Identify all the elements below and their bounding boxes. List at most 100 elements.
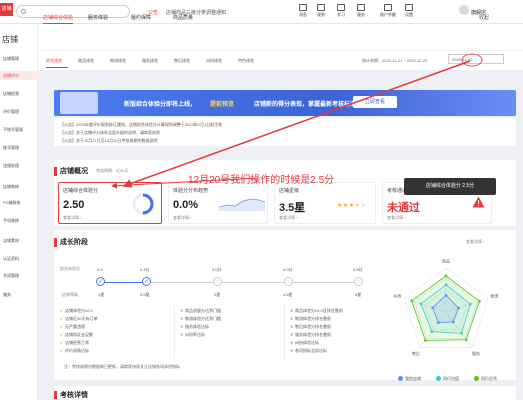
sidebar-item-contracts[interactable]: 合同管理 [3, 273, 19, 279]
sidebar-item-shop-manage[interactable]: 店铺管理 [3, 56, 19, 62]
sidebar-item-sub-accounts[interactable]: 子账号管理 [3, 127, 23, 133]
radar-axis-label: 服务 [472, 350, 480, 356]
trend-detail-link[interactable]: 查看详情 › [173, 215, 191, 221]
requirement-text: 纠纷体验达标 [295, 340, 319, 345]
stat-period: 统计周期：2023-11-21 ~ 2023-12-20 [362, 58, 428, 63]
sidebar-item-reviews[interactable]: 评价管理 [3, 109, 19, 115]
requirement-item: ✕ 物流体验分排名靠前 [290, 316, 331, 322]
star-detail-link[interactable]: 查看详情 › [279, 215, 297, 221]
star-card-label: 店铺星级 [279, 188, 300, 194]
requirement-item: ✓ 评价成绩达标 [60, 348, 89, 354]
stage-name: 5星 [355, 292, 362, 297]
requirement-text: 评价成绩达标 [65, 348, 89, 353]
radar-point [424, 339, 427, 342]
score-tooltip: 店铺综合体验分 2.5分 [404, 178, 496, 195]
announcement-item[interactable]: 【公告】关于11月21日至12月20日考核周期的数据说明 [60, 138, 158, 144]
requirement-item: ✓ 店铺近30天有订单 [60, 316, 97, 322]
column-divider [284, 305, 285, 359]
requirement-text: 服务体验达标 [185, 324, 209, 329]
subnav-tab-fulfillment[interactable]: 履约保障 [131, 14, 151, 21]
requirement-text: 商品体验分≥4.0且排名靠前 [295, 308, 343, 313]
section-marker [54, 238, 57, 247]
rule-icon[interactable]: 规则 [314, 4, 328, 18]
radar-axis-label: 商品 [442, 258, 450, 264]
store-logo[interactable]: 店铺 [0, 3, 13, 16]
radar-point [468, 302, 472, 306]
radar-point [430, 330, 434, 333]
tab-special[interactable]: 特色体验 [238, 58, 254, 64]
requirement-text: 店铺经营正常 [65, 340, 89, 345]
legend-dot-icon [398, 376, 403, 382]
requirement-item: ✕ 纠纷体验达标 [290, 340, 319, 346]
star-card[interactable]: 店铺星级 3.5星 查看详情 › ★★★★★ [274, 182, 376, 224]
tab-logistics[interactable]: 物流体验 [110, 58, 126, 64]
stage-pending-icon: ○ [284, 277, 293, 286]
sidebar-item-certification[interactable]: 认证资料 [3, 256, 19, 262]
legend-label: 我的店铺 [405, 376, 421, 381]
tab-service[interactable]: 服务体验 [142, 58, 158, 64]
requirement-item: ✕ 纠纷率达标 [180, 332, 205, 338]
requirement-item: ✕ 售后体验分排名靠前 [290, 324, 331, 330]
sidebar-item-violations[interactable]: 违规处理 [3, 163, 19, 169]
tab-dispute[interactable]: 纠纷体验 [206, 58, 222, 64]
announcement-item[interactable]: 【公告】关于店铺评分体系全面升级的说明，请商家知悉 [60, 130, 160, 136]
requirement-item: ✕ 各项指标全部达标 [290, 348, 327, 354]
sidebar-title: 店铺 [2, 35, 18, 44]
score-detail-link[interactable]: 查看详情 › [63, 215, 81, 221]
subnav-tab-overall[interactable]: 店铺综合体验 [43, 14, 73, 21]
requirement-text: 无严重违规 [65, 324, 85, 329]
banner-text-tail: 店铺新的得分表现，掌握最新考核标准！ [254, 102, 363, 108]
announcement-item[interactable]: 【公告】2023年度评价规则修订通知，店铺综合体验分计算规则调整于2024年1月… [60, 122, 222, 128]
sidebar-item-mobile-decoration[interactable]: 手机装修 [3, 218, 19, 224]
growth-detail-link[interactable]: 查看详情 › [466, 239, 484, 245]
score-card[interactable]: 店铺综合体验分 2.50 查看详情 › [58, 182, 162, 224]
legend-dot-icon [436, 376, 441, 382]
sidebar-item-decoration[interactable]: 店铺装修 [3, 184, 19, 190]
legend-item[interactable]: 我的店铺 [398, 376, 421, 382]
radar-axis-label: 物流 [491, 293, 499, 299]
stage-check-icon: ✓ [142, 277, 151, 286]
trend-card[interactable]: 体验分分布趋势 0.0% 查看详情 › [168, 182, 268, 224]
legend-item[interactable]: 同行优秀 [474, 376, 497, 382]
requirement-text: 售后体验分排名靠前 [295, 324, 331, 329]
requirement-text: 服务体验分排名靠前 [295, 332, 331, 337]
settings-icon[interactable]: 设置 [402, 4, 416, 18]
date-picker-value[interactable]: 2023-12-20 [452, 57, 472, 62]
secondary-nav [38, 24, 523, 50]
requirement-item: ✕ 商品体验分≥4.0且排名靠前 [290, 308, 343, 314]
sidebar-item-pc-decoration[interactable]: PC端装修 [3, 200, 21, 206]
account-icon[interactable]: 账户余额 [376, 4, 400, 18]
overview-title: 店铺概况 [60, 168, 88, 175]
stage-pending-icon: ○ [213, 277, 222, 286]
radar-axis-label: 纠纷 [393, 293, 401, 299]
status-detail-link[interactable]: 查看详情 › [387, 215, 405, 221]
sidebar-item-shop-score[interactable]: 店铺评分 [0, 71, 37, 80]
radar-point [444, 283, 448, 287]
status-value: 未通过 [387, 202, 420, 214]
collapse-button[interactable]: 收起 [479, 14, 489, 21]
sidebar-item-shop-operation[interactable]: 店铺经营 [3, 91, 19, 97]
avatar[interactable] [459, 5, 469, 15]
view-now-button[interactable]: 立即查看 [353, 96, 397, 108]
radar-point [419, 302, 423, 306]
tab-product[interactable]: 商品体验 [78, 58, 94, 64]
radar-point [451, 320, 455, 324]
radar-point [431, 306, 434, 309]
requirement-text: 店铺保证金足额 [65, 332, 93, 337]
message-icon[interactable]: 消息 [296, 4, 310, 18]
stage-pending-icon: ○ [354, 277, 363, 286]
tab-after-sale[interactable]: 售后体验 [174, 58, 190, 64]
requirement-item: ✕ 服务体验达标 [180, 324, 209, 330]
service-icon[interactable]: 服务 [354, 4, 368, 18]
tab-overall[interactable]: 综合体验 [46, 58, 62, 64]
sidebar-item-materials[interactable]: 店铺素材 [3, 238, 19, 244]
sidebar-item-accounts[interactable]: 账号管理 [3, 145, 19, 151]
radar-axis-label: 售后 [412, 350, 420, 356]
sidebar-item-service[interactable]: 服务 [3, 292, 11, 298]
stage-name: 1星 [98, 292, 105, 297]
subnav-tab-service[interactable]: 服务体验 [88, 14, 108, 21]
legend-item[interactable]: 同行均值 [436, 376, 459, 382]
stage-value: 3.0分 [212, 267, 222, 272]
subnav-tab-quality[interactable]: 商品质量 [173, 14, 193, 21]
school-icon[interactable]: 学习 [334, 4, 348, 18]
